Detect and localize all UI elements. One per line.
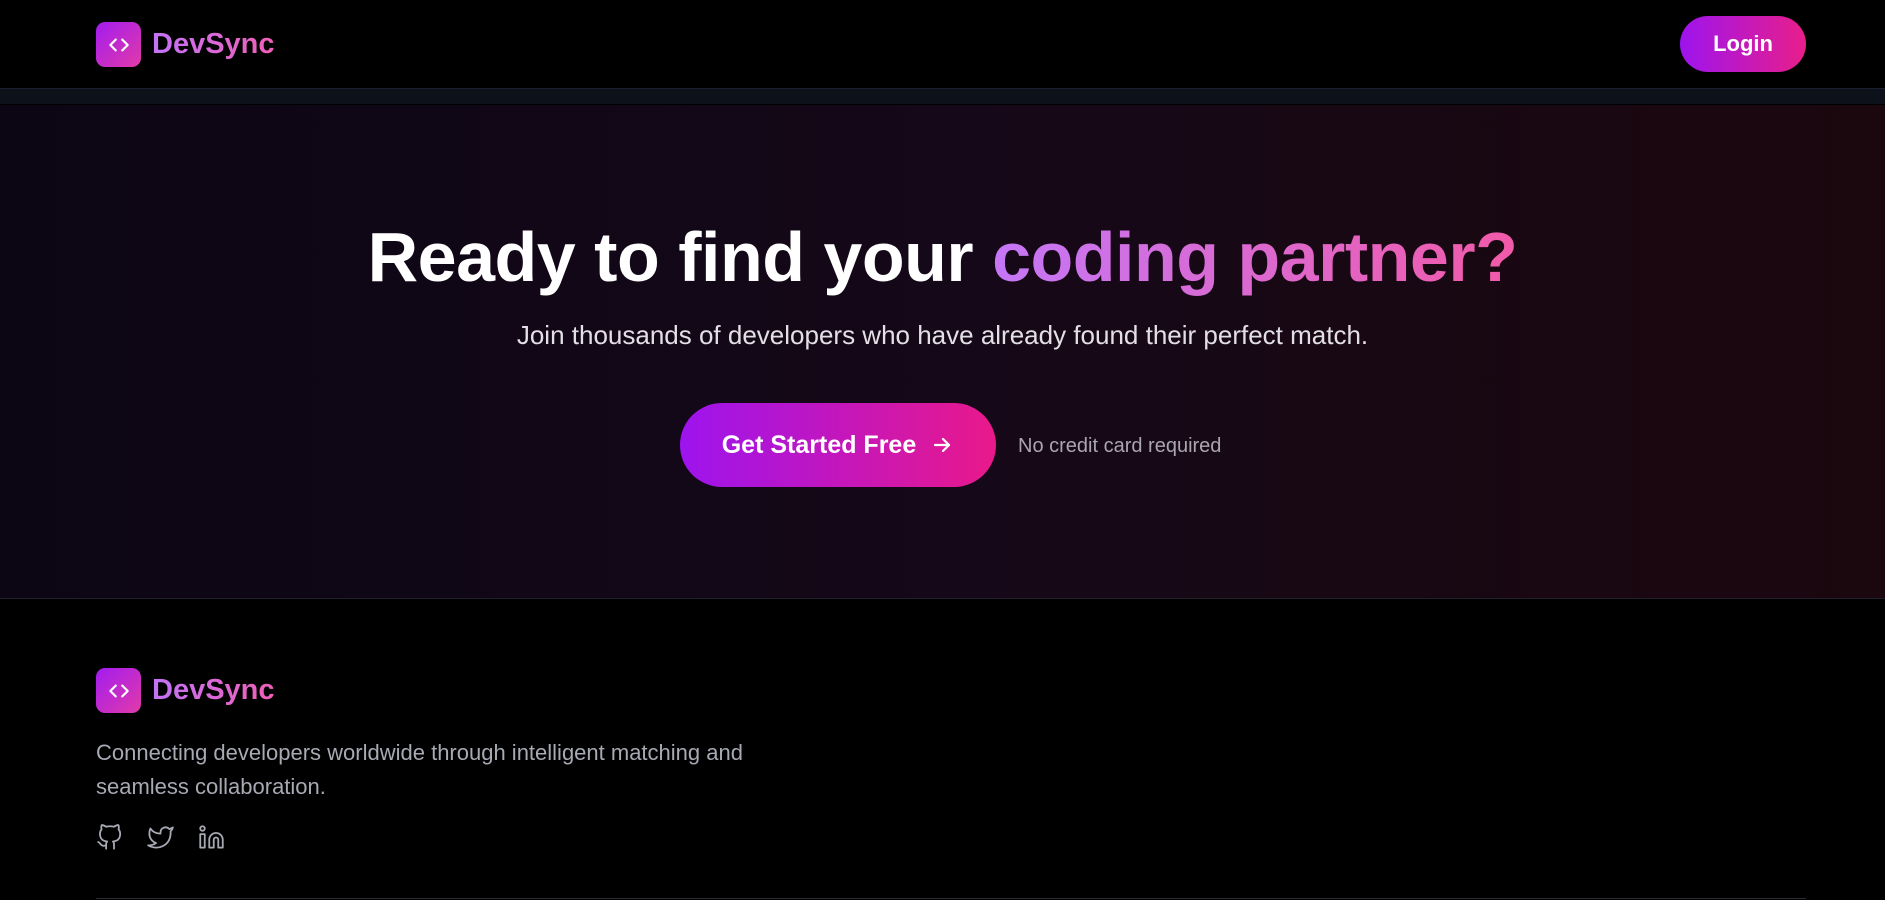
code-brackets-icon <box>108 38 129 51</box>
footer-description: Connecting developers worldwide through … <box>96 740 743 799</box>
headline-accent: coding partner? <box>992 218 1518 296</box>
site-footer: DevSync Connecting developers worldwide … <box>0 600 1885 900</box>
no-credit-card-note: No credit card required <box>1018 435 1222 457</box>
social-links <box>96 824 225 851</box>
code-brackets-icon <box>108 684 129 697</box>
footer-brand-link[interactable]: DevSync <box>96 668 275 713</box>
cta-hero-section: Ready to find your coding partner? Join … <box>0 105 1885 599</box>
github-link[interactable] <box>96 824 123 851</box>
footer-divider <box>96 898 1806 899</box>
brand-home-link[interactable]: DevSync <box>96 22 275 67</box>
brand-name: DevSync <box>152 28 275 60</box>
linkedin-link[interactable] <box>198 824 225 851</box>
get-started-label: Get Started Free <box>721 430 917 459</box>
hero-headline: Ready to find your coding partner? <box>0 217 1885 297</box>
login-button[interactable]: Login <box>1680 16 1806 72</box>
footer-brand-name: DevSync <box>152 674 275 706</box>
twitter-icon <box>147 826 174 849</box>
top-navbar: DevSync Login <box>0 0 1885 104</box>
hero-subline: Join thousands of developers who have al… <box>516 320 1369 350</box>
footer-logo-badge <box>96 668 141 713</box>
headline-plain: Ready to find your <box>367 218 993 296</box>
twitter-link[interactable] <box>147 824 174 851</box>
arrow-right-icon <box>934 437 951 453</box>
github-icon <box>97 824 122 850</box>
get-started-button[interactable]: Get Started Free <box>680 403 996 487</box>
linkedin-icon <box>199 825 224 849</box>
logo-badge <box>96 22 141 67</box>
